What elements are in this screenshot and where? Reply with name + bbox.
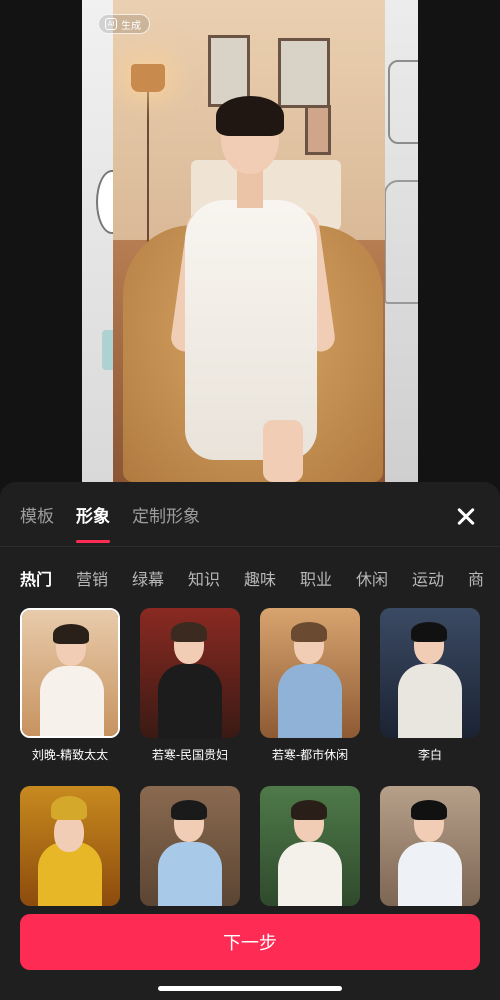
category-green-screen[interactable]: 绿幕 (132, 566, 188, 590)
avatar-name: 刘晚-精致太太 (31, 748, 109, 762)
category-sports[interactable]: 运动 (412, 566, 468, 590)
avatar-name: 李白 (417, 748, 442, 762)
avatar-card[interactable] (380, 786, 480, 914)
preview-area: AI 生成 (0, 0, 500, 490)
avatar-thumbnail (260, 608, 360, 738)
avatar-card[interactable] (20, 786, 120, 914)
category-leisure[interactable]: 休闲 (356, 566, 412, 590)
tab-custom-avatar[interactable]: 定制形象 (132, 502, 200, 537)
avatar-card[interactable]: 李白 (380, 608, 480, 763)
tab-template[interactable]: 模板 (20, 502, 54, 537)
category-marketing[interactable]: 营销 (76, 566, 132, 590)
avatar-card[interactable]: 刘晚-精致太太 (20, 608, 120, 763)
avatar-thumbnail (140, 608, 240, 738)
sheet-tabs: 模板 形象 定制形象 (20, 502, 200, 543)
divider (0, 546, 500, 547)
category-bar: 热门 营销 绿幕 知识 趣味 职业 休闲 运动 商 (20, 566, 500, 590)
avatar-thumbnail (380, 608, 480, 738)
category-knowledge[interactable]: 知识 (188, 566, 244, 590)
avatar-name: 若寒-都市休闲 (271, 748, 349, 762)
avatar-preview (113, 0, 385, 482)
lamp-decoration (131, 64, 165, 92)
close-icon[interactable] (452, 502, 480, 530)
avatar-thumbnail (140, 786, 240, 906)
home-indicator (158, 986, 342, 991)
tab-avatar[interactable]: 形象 (76, 502, 110, 543)
ai-generated-badge: AI 生成 (98, 14, 150, 34)
category-fun[interactable]: 趣味 (244, 566, 300, 590)
category-hot[interactable]: 热门 (20, 566, 76, 590)
avatar-thumbnail (260, 786, 360, 906)
ai-icon: AI (105, 18, 117, 30)
avatar-thumbnail (20, 608, 120, 738)
category-business[interactable]: 商 (468, 566, 500, 590)
category-career[interactable]: 职业 (300, 566, 356, 590)
avatar-thumbnail (380, 786, 480, 906)
avatar-name: 若寒-民国贵妇 (151, 748, 229, 762)
avatar-thumbnail (20, 786, 120, 906)
avatar-card[interactable] (140, 786, 240, 914)
avatar-card[interactable]: 若寒-都市休闲 (260, 608, 360, 763)
avatar-card[interactable] (260, 786, 360, 914)
ai-badge-label: 生成 (121, 20, 141, 32)
next-step-button[interactable]: 下一步 (20, 914, 480, 970)
avatar-card[interactable]: 若寒-民国贵妇 (140, 608, 240, 763)
